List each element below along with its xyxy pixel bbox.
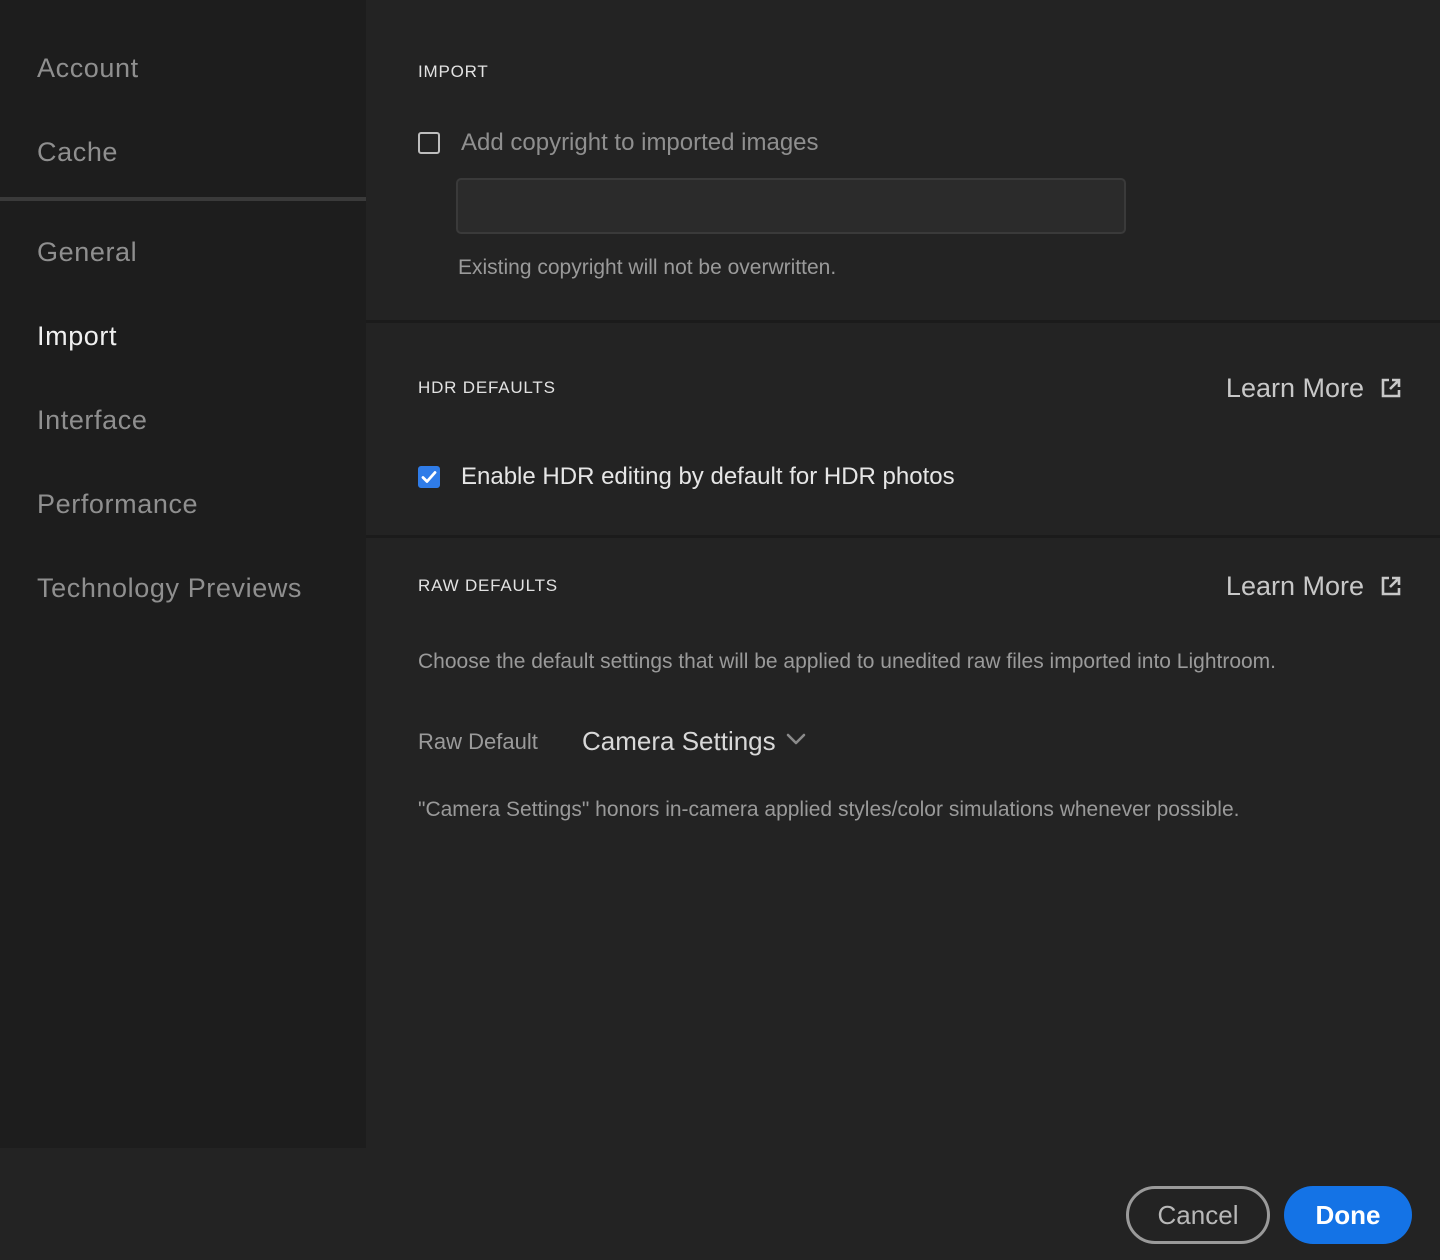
preferences-dialog: Account Cache General Import Interface P… <box>0 0 1440 1260</box>
copyright-checkbox-label[interactable]: Add copyright to imported images <box>461 128 819 158</box>
hdr-checkbox[interactable] <box>418 466 440 488</box>
hdr-learn-more-link[interactable]: Learn More <box>1226 372 1402 404</box>
sidebar: Account Cache General Import Interface P… <box>0 0 366 1148</box>
copyright-hint: Existing copyright will not be overwritt… <box>458 256 837 279</box>
sidebar-item-account[interactable]: Account <box>37 51 139 85</box>
raw-learn-more-label: Learn More <box>1225 571 1364 601</box>
raw-default-label: Raw Default <box>418 729 538 754</box>
sidebar-item-general[interactable]: General <box>37 235 137 269</box>
external-link-icon <box>1380 575 1402 597</box>
chevron-down-icon <box>786 732 806 750</box>
checkmark-icon <box>421 471 437 483</box>
hdr-learn-more-label: Learn More <box>1225 373 1364 403</box>
hdr-section-title: HDR DEFAULTS <box>418 378 556 397</box>
sidebar-item-cache[interactable]: Cache <box>37 135 118 169</box>
sidebar-item-performance[interactable]: Performance <box>37 487 198 521</box>
main-panel: IMPORT Add copyright to imported images … <box>366 0 1440 1148</box>
raw-learn-more-link[interactable]: Learn More <box>1226 570 1402 602</box>
sidebar-item-import[interactable]: Import <box>37 319 117 353</box>
cancel-button[interactable]: Cancel <box>1126 1186 1270 1244</box>
external-link-icon <box>1380 377 1402 399</box>
section-divider <box>366 320 1440 323</box>
sidebar-divider <box>0 197 366 201</box>
raw-default-value: Camera Settings <box>582 726 776 756</box>
raw-default-dropdown[interactable]: Camera Settings <box>582 724 806 758</box>
copyright-checkbox[interactable] <box>418 132 440 154</box>
done-button[interactable]: Done <box>1284 1186 1412 1244</box>
raw-description: Choose the default settings that will be… <box>418 650 1277 673</box>
raw-note: "Camera Settings" honors in-camera appli… <box>418 798 1240 821</box>
sidebar-item-interface[interactable]: Interface <box>37 403 147 437</box>
copyright-input[interactable] <box>456 178 1126 234</box>
section-divider <box>366 535 1440 538</box>
sidebar-item-technology-previews[interactable]: Technology Previews <box>37 571 302 605</box>
raw-section-title: RAW DEFAULTS <box>418 576 558 595</box>
import-section-title: IMPORT <box>418 62 489 81</box>
hdr-checkbox-label[interactable]: Enable HDR editing by default for HDR ph… <box>461 462 955 492</box>
